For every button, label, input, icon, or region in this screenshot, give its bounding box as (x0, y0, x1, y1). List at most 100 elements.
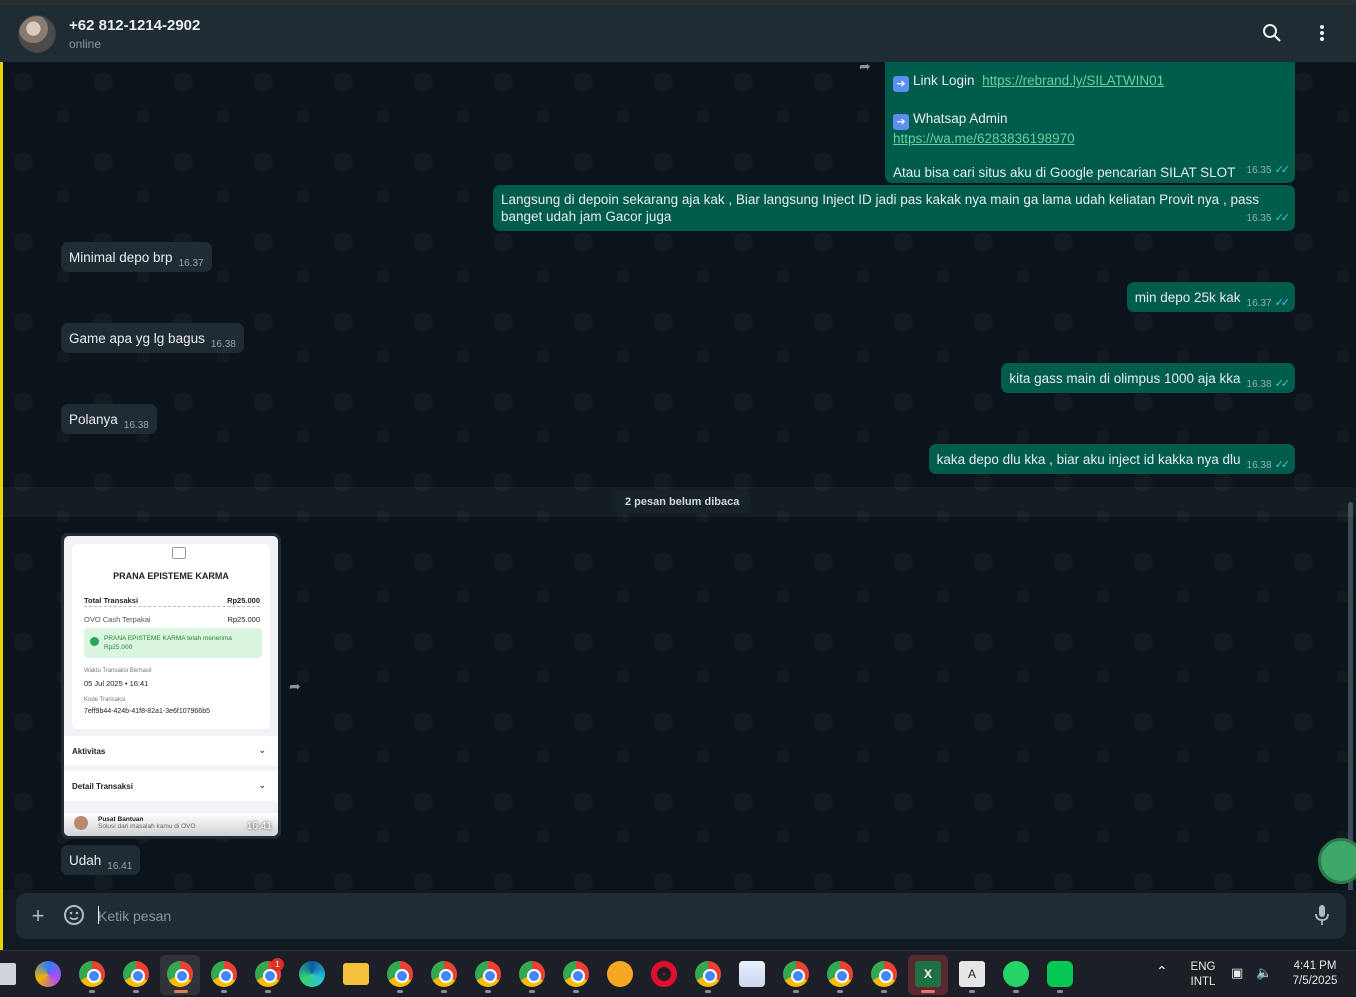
chrome-profile-icon[interactable] (827, 961, 853, 987)
active-indicator (921, 990, 935, 993)
contact-avatar[interactable] (18, 14, 56, 53)
message-text: Minimal depo brp (69, 250, 173, 265)
receipt-section-activity: Aktivitas ⌄ (64, 736, 278, 766)
message-outgoing[interactable]: Langsung di depoin sekarang aja kak , Bi… (493, 185, 1295, 231)
message-outgoing[interactable]: kita gass main di olimpus 1000 aja kka 16… (1001, 363, 1295, 393)
message-time: 16.38 (1246, 379, 1272, 390)
chrome-profile-icon[interactable] (783, 961, 809, 987)
running-indicator (265, 990, 271, 993)
receipt-code-value: 7eff9b44-424b-41f8-82a1-3e6f107966b5 (84, 708, 210, 715)
font-app-icon[interactable]: A (959, 961, 985, 987)
message-text: kaka depo dlu kka , biar aku inject id k… (936, 452, 1241, 467)
opera-icon[interactable] (651, 961, 677, 987)
double-check-icon: ✓✓ (1274, 297, 1291, 309)
message-outgoing[interactable]: ➔ Link Login https://rebrand.ly/SILATWIN0… (885, 62, 1295, 183)
receipt-time-value: 05 Jul 2025 • 16:41 (84, 679, 149, 688)
message-incoming[interactable]: Game apa yg lg bagus 16.38 (61, 323, 244, 353)
receipt-section-detail: Detail Transaksi ⌄ (64, 771, 278, 801)
check-circle-icon (90, 637, 99, 646)
text-caret (98, 906, 99, 924)
floating-app-button[interactable] (1318, 838, 1356, 884)
search-icon[interactable] (1260, 21, 1284, 45)
chrome-profile-icon[interactable] (123, 961, 149, 987)
receipt-total-row: Total Transaksi Rp25.000 (84, 596, 260, 605)
help-avatar (74, 816, 88, 830)
chrome-profile-icon[interactable] (563, 961, 589, 987)
mic-icon[interactable] (1310, 904, 1334, 928)
chrome-profile-icon[interactable] (431, 961, 457, 987)
copilot-icon[interactable] (35, 961, 61, 987)
receipt-method-label: OVO Cash Terpakai (84, 615, 151, 624)
chrome-profile-icon[interactable] (695, 961, 721, 987)
chat-panel[interactable]: ➦ ➔ Link Login https://rebrand.ly/SILATWI… (3, 62, 1356, 890)
contact-info[interactable]: +62 812-1214-2902 online (69, 17, 200, 51)
receipt-success-text: PRANA EPISTEME KARMA telah menerima (104, 635, 232, 642)
sticker-icon[interactable] (62, 904, 86, 928)
running-indicator (837, 990, 843, 993)
running-indicator (705, 990, 711, 993)
message-link[interactable]: https://rebrand.ly/SILATWIN01 (982, 73, 1164, 88)
contact-name: +62 812-1214-2902 (69, 16, 201, 34)
contact-status: online (69, 36, 102, 51)
message-text: Langsung di depoin sekarang aja kak , Bi… (501, 192, 1259, 224)
running-indicator (529, 990, 535, 993)
message-incoming[interactable]: Minimal depo brp 16.37 (61, 242, 212, 272)
message-incoming[interactable]: Polanya 16.38 (61, 404, 157, 434)
message-outgoing[interactable]: kaka depo dlu kka , biar aku inject id k… (928, 444, 1295, 474)
receipt-section-label: Detail Transaksi (72, 782, 133, 791)
file-explorer-icon[interactable] (343, 963, 369, 985)
volume-icon[interactable]: 🔈 (1256, 965, 1272, 980)
forward-icon[interactable]: ➦ (289, 678, 309, 694)
whatsapp-icon[interactable] (1003, 961, 1029, 987)
vpn-shield-icon[interactable] (607, 961, 633, 987)
language-code: ENG (1190, 961, 1216, 973)
line-icon[interactable] (1047, 961, 1073, 987)
message-text: Whatsap Admin (913, 111, 1008, 126)
chrome-profile-icon[interactable] (475, 961, 501, 987)
microsoft-store-icon[interactable] (739, 961, 765, 987)
running-indicator (969, 990, 975, 993)
running-indicator (89, 990, 95, 993)
message-link[interactable]: https://wa.me/6283836198970 (893, 131, 1075, 146)
message-time: 16.35 (1246, 213, 1272, 224)
message-time: 16.38 (210, 339, 236, 350)
chrome-profile-icon[interactable] (211, 961, 237, 987)
network-icon[interactable]: ▣ (1231, 965, 1243, 980)
receipt-time-label: Waktu Transaksi Berhasil (84, 668, 152, 674)
chrome-profile-icon[interactable] (167, 961, 193, 987)
message-input[interactable] (98, 903, 1278, 929)
window-focus-edge (0, 62, 3, 950)
message-meta: 16.35 ✓✓ (1247, 162, 1291, 179)
receipt-method-value: Rp25.000 (227, 615, 260, 624)
excel-icon[interactable]: X (915, 961, 941, 987)
start-button[interactable] (0, 963, 16, 985)
message-time: 16.37 (1246, 298, 1272, 309)
chrome-profile-icon[interactable] (519, 961, 545, 987)
message-text: min depo 25k kak (1134, 290, 1241, 305)
chrome-icon[interactable] (79, 961, 105, 987)
message-image-incoming[interactable]: PRANA EPISTEME KARMA Total Transaksi Rp2… (61, 533, 281, 839)
message-text: kita gass main di olimpus 1000 aja kka (1009, 371, 1241, 386)
chevron-up-icon[interactable]: ⌃ (1156, 964, 1168, 979)
forward-icon[interactable]: ➦ (859, 62, 879, 74)
message-time: 16.41 (246, 821, 272, 832)
plus-icon[interactable]: + (26, 904, 50, 928)
clock[interactable]: 4:41 PM 7/5/2025 (1284, 959, 1346, 989)
double-check-icon: ✓✓ (1274, 164, 1291, 176)
edge-icon[interactable] (299, 961, 325, 987)
message-outgoing[interactable]: min depo 25k kak 16.37 ✓✓ (1126, 282, 1295, 312)
message-text: Atau bisa cari situs aku di Google penca… (893, 165, 1236, 180)
chat-scrollbar[interactable] (1348, 502, 1353, 890)
double-check-icon: ✓✓ (1274, 459, 1291, 471)
chrome-profile-icon[interactable] (871, 961, 897, 987)
more-vertical-icon[interactable] (1310, 21, 1334, 45)
running-indicator (881, 990, 887, 993)
chrome-profile-icon[interactable] (387, 961, 413, 987)
clock-date: 7/5/2025 (1292, 975, 1338, 987)
active-indicator (174, 990, 188, 993)
message-incoming[interactable]: Udah 16.41 (61, 845, 141, 875)
language-indicator[interactable]: ENG INTL (1186, 960, 1220, 990)
double-check-icon: ✓✓ (1274, 378, 1291, 390)
arrow-right-emoji-icon: ➔ (893, 76, 909, 92)
store-icon (172, 547, 186, 559)
